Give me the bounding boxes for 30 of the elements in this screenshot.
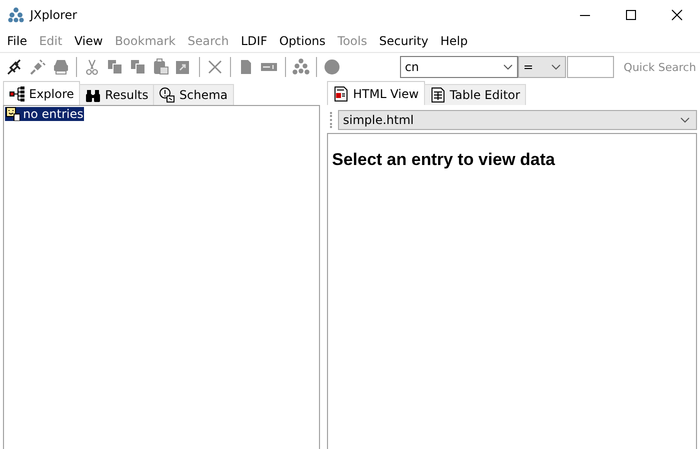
menu-item[interactable]: Help xyxy=(434,34,474,48)
schema-icon xyxy=(159,87,176,103)
menu-item[interactable]: LDIF xyxy=(234,34,274,48)
attribute-dropdown[interactable]: cn xyxy=(400,56,518,78)
tab[interactable]: Explore xyxy=(3,81,80,105)
view-message: Select an entry to view data xyxy=(332,150,556,170)
view-dropdown[interactable]: simple.html xyxy=(338,110,697,130)
operator-dropdown[interactable]: = xyxy=(518,56,566,78)
entry-icon xyxy=(6,107,20,121)
menu-item[interactable]: Options xyxy=(273,34,332,48)
tab[interactable]: Results xyxy=(79,84,154,105)
tab[interactable]: HTML View xyxy=(327,81,425,105)
window-title: JXplorer xyxy=(30,8,78,22)
chevron-down-icon xyxy=(680,117,690,123)
tree-item[interactable]: no entries xyxy=(5,107,84,121)
tree-icon xyxy=(9,86,25,102)
menu-item[interactable]: File xyxy=(1,34,34,48)
close-icon xyxy=(671,9,683,21)
menu-item[interactable]: Security xyxy=(373,34,434,48)
binoculars-icon xyxy=(85,87,102,103)
chevron-down-icon xyxy=(503,64,514,70)
search-value-field[interactable] xyxy=(566,56,614,78)
tab[interactable]: Table Editor xyxy=(424,84,526,105)
app-logo-icon xyxy=(8,7,24,23)
html-page-icon xyxy=(333,86,349,102)
tab[interactable]: Schema xyxy=(153,84,234,105)
maximize-icon xyxy=(625,9,637,21)
table-page-icon xyxy=(430,87,446,103)
menu-item[interactable]: View xyxy=(68,34,109,48)
chevron-down-icon xyxy=(550,64,561,70)
